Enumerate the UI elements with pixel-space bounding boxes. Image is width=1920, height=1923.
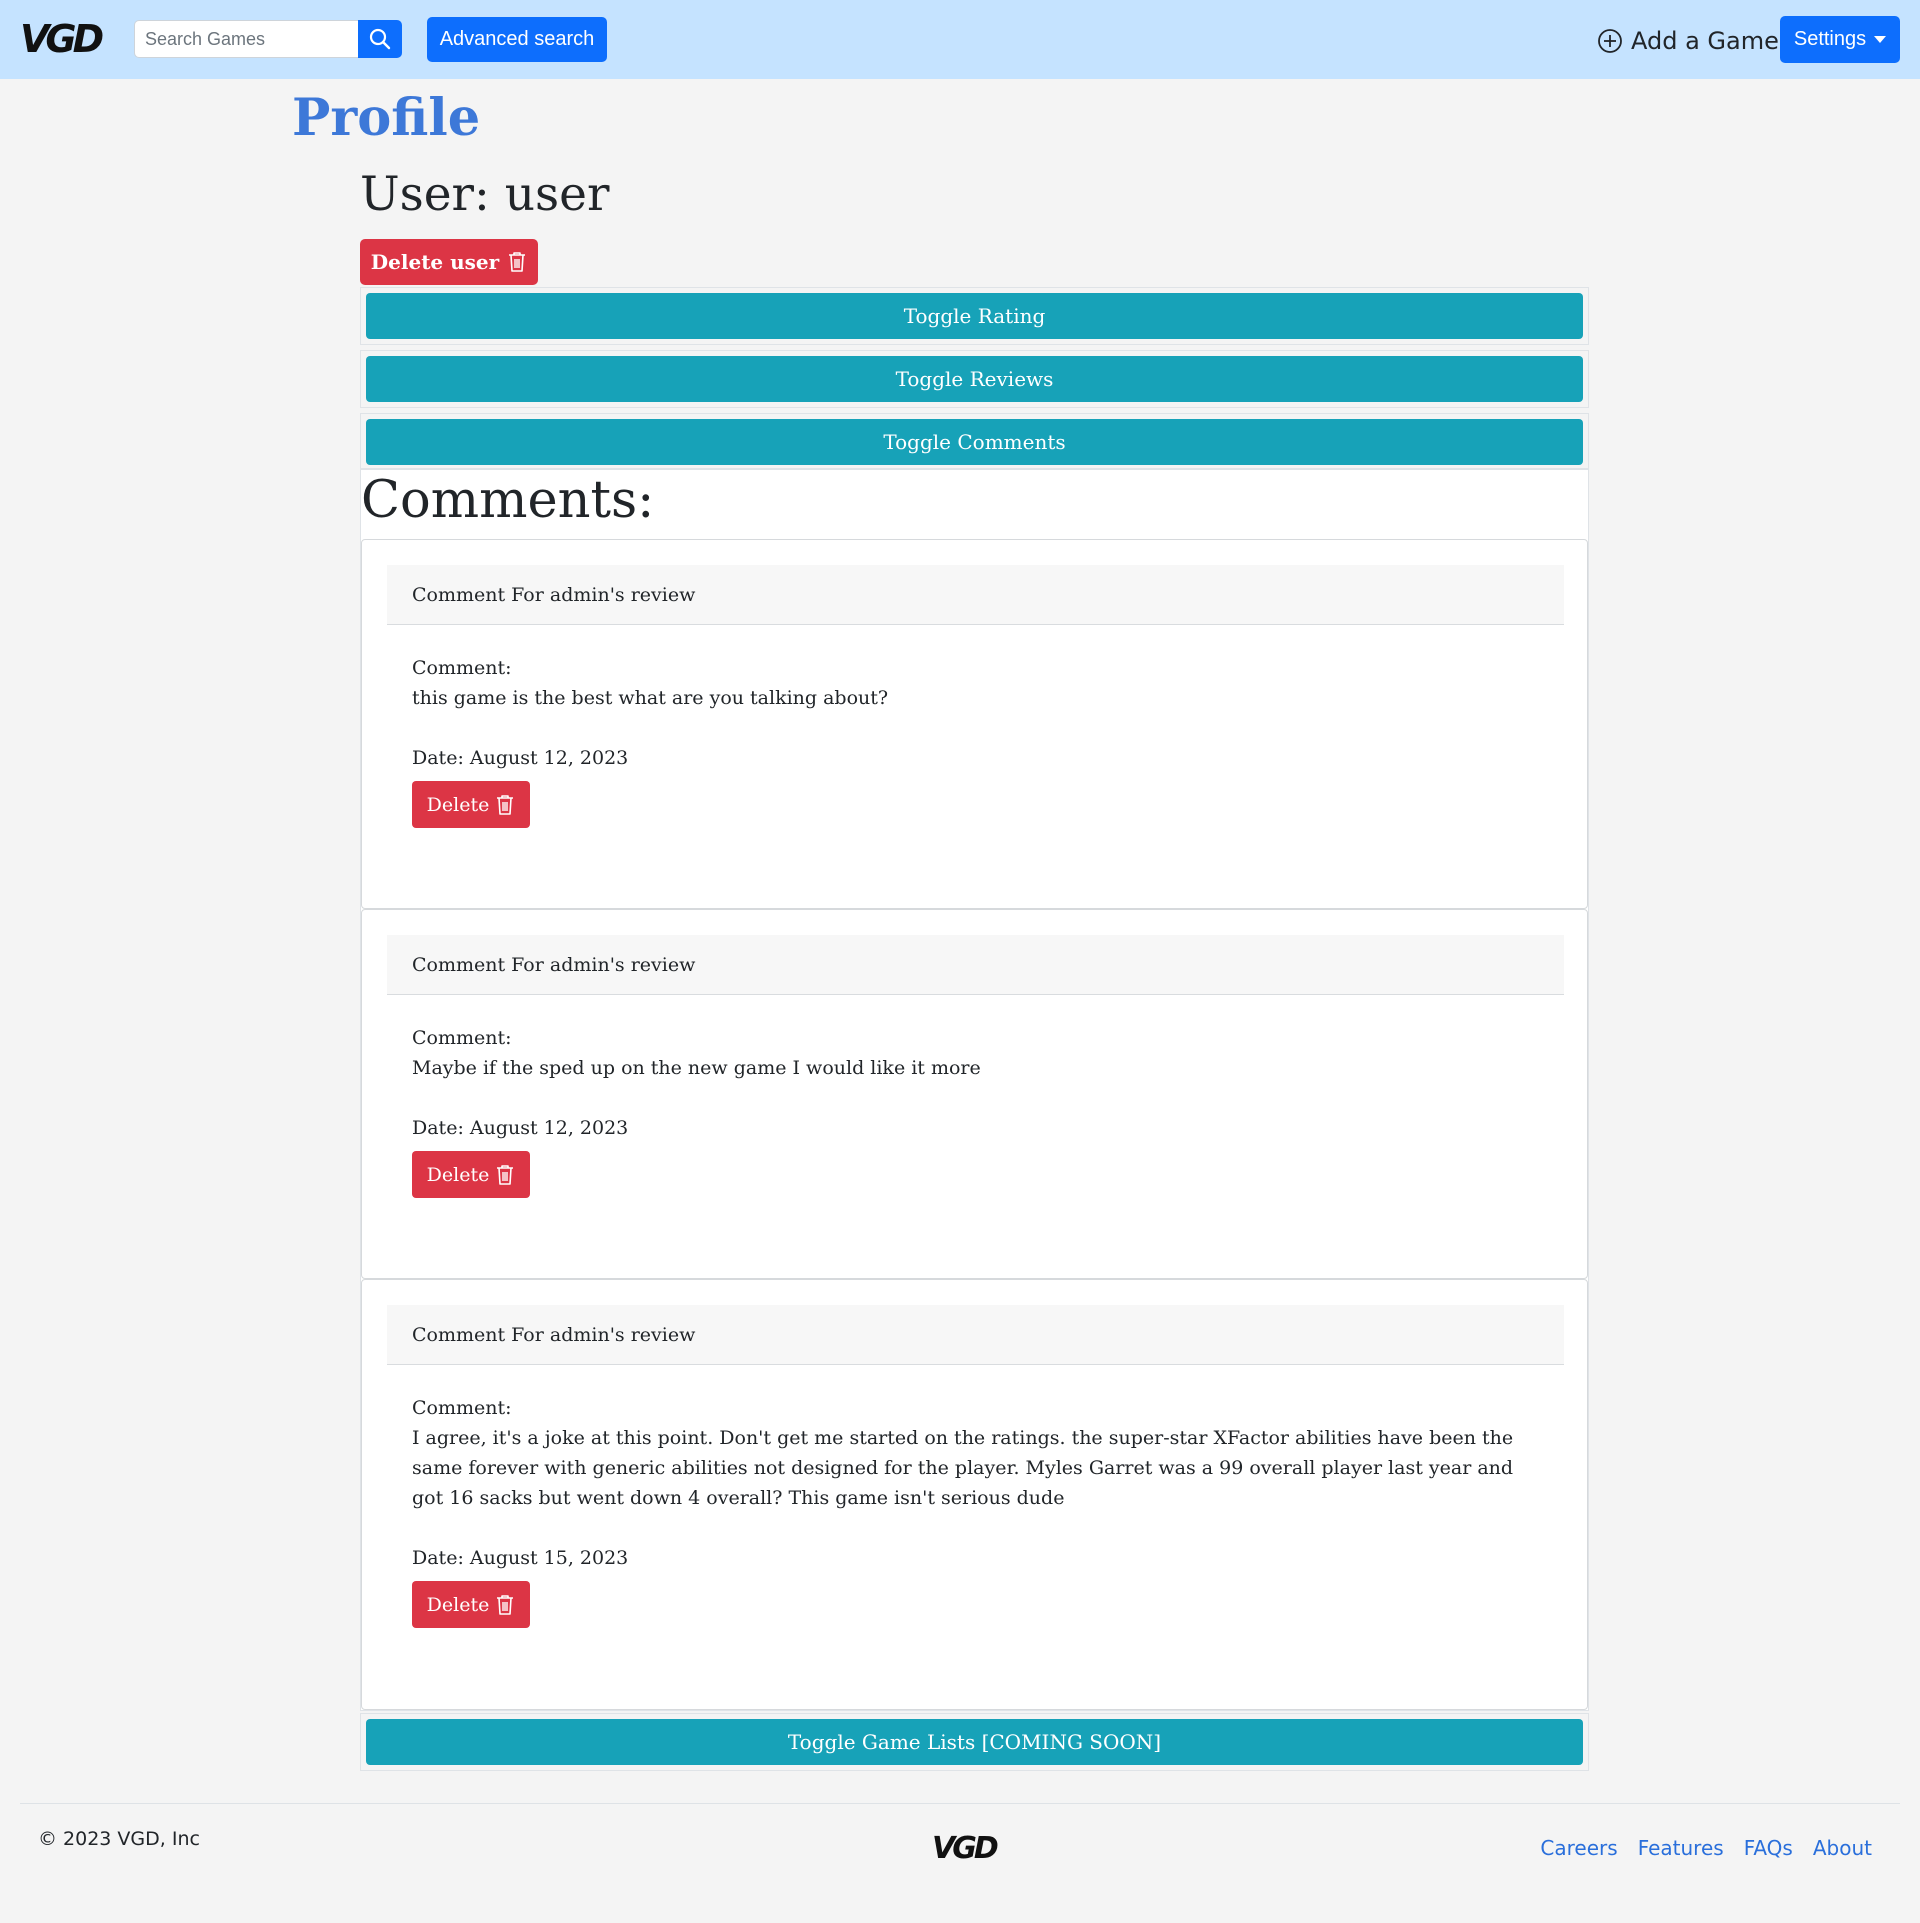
trash-icon (497, 794, 514, 815)
comment-card: Comment For admin's review Comment: this… (361, 539, 1588, 909)
search-input[interactable] (134, 20, 358, 58)
game-lists-section: Toggle Game Lists [COMING SOON] (360, 1713, 1589, 1771)
comment-card-header: Comment For admin's review (387, 565, 1564, 625)
comment-text: Maybe if the sped up on the new game I w… (412, 1057, 981, 1079)
delete-label: Delete (426, 1163, 490, 1186)
settings-label: Settings (1793, 28, 1867, 50)
comment-card-header: Comment For admin's review (387, 935, 1564, 995)
toggle-reviews-button[interactable]: Toggle Reviews (366, 356, 1583, 402)
toggle-comments-button[interactable]: Toggle Comments (366, 419, 1583, 465)
comment-date: Date: August 12, 2023 (412, 747, 629, 769)
footer-link-about[interactable]: About (1813, 1836, 1872, 1860)
vgd-logo[interactable]: VGD (20, 18, 112, 60)
comment-date: Date: August 12, 2023 (412, 1117, 629, 1139)
comment-card-header: Comment For admin's review (387, 1305, 1564, 1365)
footer-vgd-logo[interactable]: VGD (932, 1830, 1004, 1864)
footer-divider (20, 1803, 1900, 1804)
svg-text:VGD: VGD (932, 1831, 998, 1864)
delete-comment-button[interactable]: Delete (412, 781, 530, 828)
delete-user-button[interactable]: Delete user (360, 239, 538, 285)
comment-text: I agree, it's a joke at this point. Don'… (412, 1427, 1514, 1509)
trash-icon (497, 1594, 514, 1615)
footer-links: Careers Features FAQs About (1540, 1836, 1872, 1860)
copyright: © 2023 VGD, Inc (38, 1828, 200, 1850)
search-icon (369, 28, 391, 50)
trash-icon (509, 252, 526, 272)
comments-panel: Comments: Comment For admin's review Com… (360, 469, 1589, 1711)
delete-comment-button[interactable]: Delete (412, 1151, 530, 1198)
page-title: Profile (292, 88, 481, 148)
chevron-down-icon (1874, 36, 1887, 43)
toggle-game-lists-button[interactable]: Toggle Game Lists [COMING SOON] (366, 1719, 1583, 1765)
comment-card: Comment For admin's review Comment: Mayb… (361, 909, 1588, 1279)
comment-card: Comment For admin's review Comment: I ag… (361, 1279, 1588, 1710)
trash-icon (497, 1164, 514, 1185)
advanced-search-button[interactable]: Advanced search (427, 17, 607, 62)
user-heading: User: user (360, 167, 610, 222)
navbar: VGD Advanced search Add a Game Settings (0, 0, 1920, 79)
footer-link-careers[interactable]: Careers (1540, 1836, 1617, 1860)
add-game-label: Add a Game (1631, 27, 1779, 55)
toggle-rating-button[interactable]: Toggle Rating (366, 293, 1583, 339)
svg-text:VGD: VGD (20, 18, 103, 60)
delete-comment-button[interactable]: Delete (412, 1581, 530, 1628)
plus-circle-icon (1598, 29, 1622, 53)
footer-link-faqs[interactable]: FAQs (1744, 1836, 1793, 1860)
comments-heading: Comments: (361, 471, 655, 530)
comment-date: Date: August 15, 2023 (412, 1547, 629, 1569)
comment-label: Comment: (412, 1397, 512, 1419)
comments-toggle-section: Toggle Comments (360, 413, 1589, 469)
comment-label: Comment: (412, 1027, 512, 1049)
search-button[interactable] (358, 20, 402, 58)
comment-label: Comment: (412, 657, 512, 679)
settings-dropdown-button[interactable]: Settings (1780, 16, 1900, 63)
add-game-link[interactable]: Add a Game (1597, 22, 1779, 60)
footer-link-features[interactable]: Features (1638, 1836, 1724, 1860)
delete-label: Delete (426, 793, 490, 816)
reviews-section: Toggle Reviews (360, 350, 1589, 408)
delete-label: Delete (426, 1593, 490, 1616)
delete-user-label: Delete user (370, 250, 500, 274)
rating-section: Toggle Rating (360, 287, 1589, 345)
comment-text: this game is the best what are you talki… (412, 687, 889, 709)
